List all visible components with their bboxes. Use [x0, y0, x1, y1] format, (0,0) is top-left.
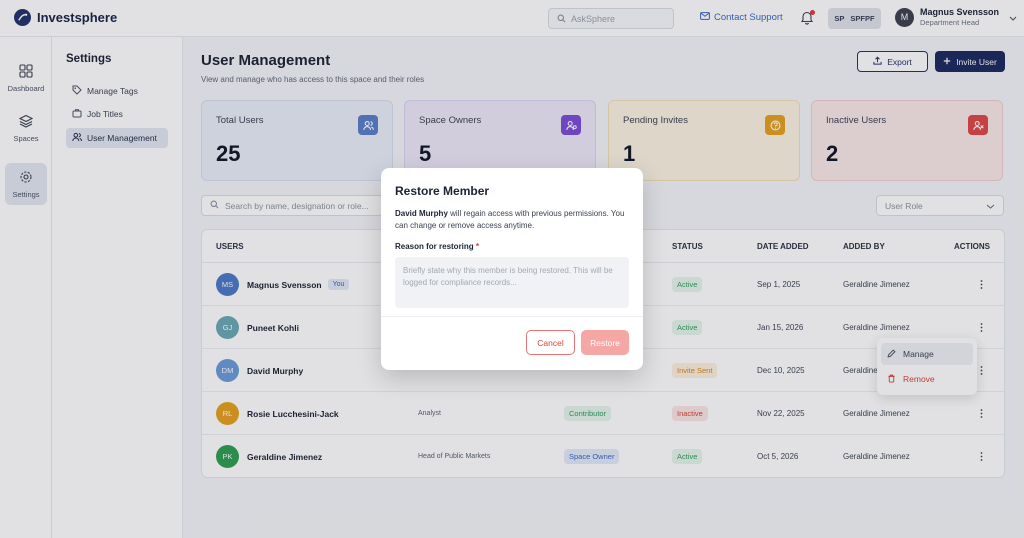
member-name: David Murphy [395, 209, 448, 218]
dialog-title: Restore Member [395, 184, 490, 198]
required-mark: * [475, 242, 480, 251]
reason-label-text: Reason for restoring [395, 242, 474, 251]
reason-label: Reason for restoring * [395, 242, 479, 251]
restore-member-dialog: Restore Member David Murphy will regain … [381, 168, 643, 370]
divider [381, 316, 643, 317]
restore-button[interactable]: Restore [581, 330, 629, 355]
cancel-button[interactable]: Cancel [526, 330, 575, 355]
dialog-description: David Murphy will regain access with pre… [395, 208, 631, 232]
reason-textarea[interactable] [395, 257, 629, 308]
